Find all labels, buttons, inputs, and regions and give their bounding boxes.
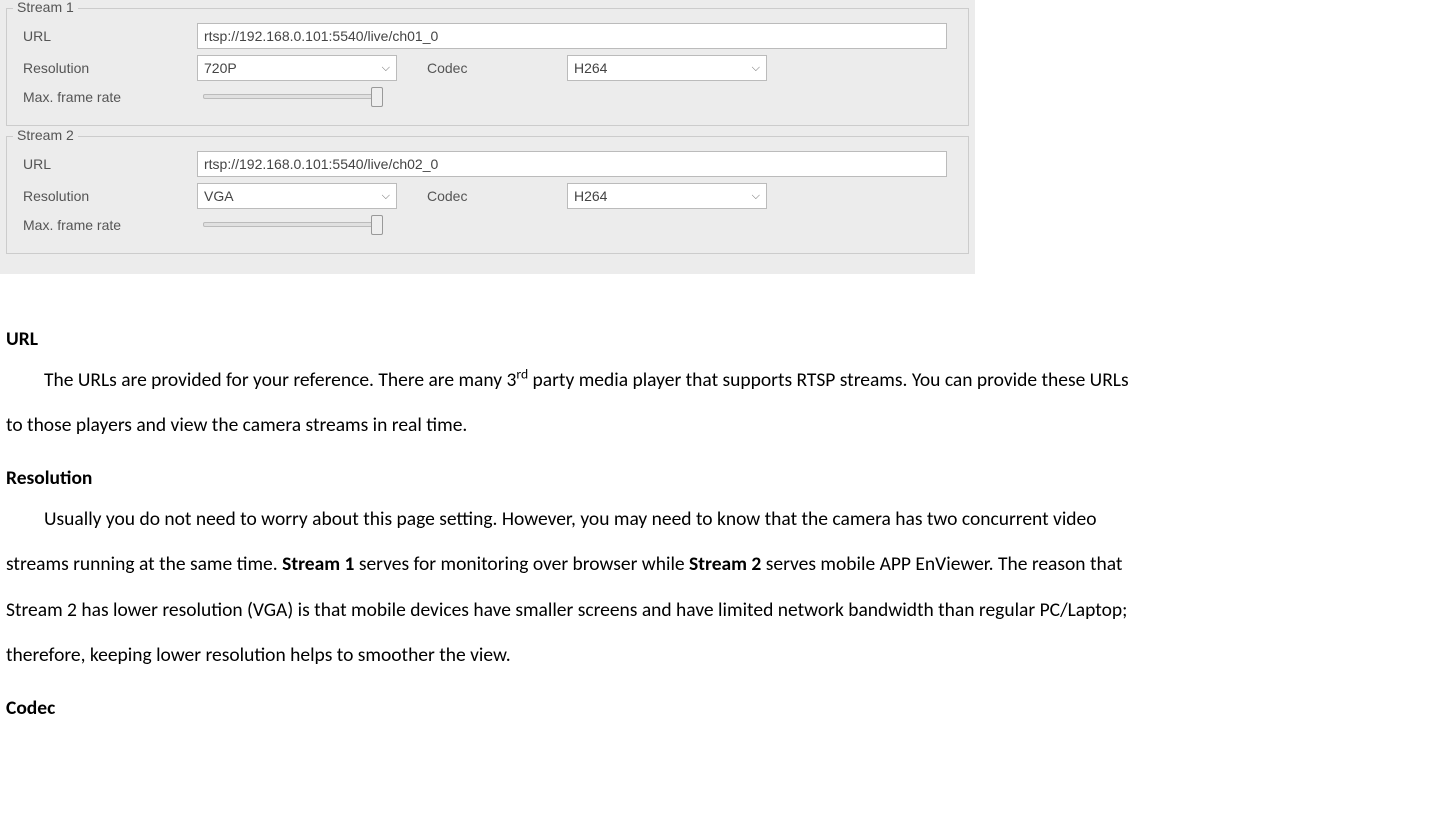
url-paragraph-line2: to those players and view the camera str… <box>6 408 1433 443</box>
stream2-bold: Stream 2 <box>689 552 761 576</box>
codec-heading: Codec <box>6 691 1433 726</box>
url-heading: URL <box>6 322 1433 357</box>
stream2-fieldset: Stream 2 URL Resolution VGA ⌵ Codec H264… <box>6 136 969 254</box>
resolution-heading: Resolution <box>6 461 1433 496</box>
stream2-framerate-label: Max. frame rate <box>17 217 197 233</box>
stream1-resolution-value: 720P <box>204 60 237 76</box>
stream2-codec-value: H264 <box>574 188 607 204</box>
stream1-framerate-label: Max. frame rate <box>17 89 197 105</box>
stream1-codec-value: H264 <box>574 60 607 76</box>
stream1-resolution-label: Resolution <box>17 60 197 76</box>
stream1-url-label: URL <box>17 28 197 44</box>
stream2-resolution-value: VGA <box>204 188 234 204</box>
slider-thumb[interactable] <box>371 215 383 235</box>
stream1-fieldset: Stream 1 URL Resolution 720P ⌵ Codec H26… <box>6 8 969 126</box>
resolution-paragraph-line3: Stream 2 has lower resolution (VGA) is t… <box>6 593 1433 628</box>
stream2-url-label: URL <box>17 156 197 172</box>
stream1-codec-select[interactable]: H264 ⌵ <box>567 55 767 81</box>
stream1-bold: Stream 1 <box>282 552 354 576</box>
chevron-down-icon: ⌵ <box>752 190 760 203</box>
resolution-paragraph-line4: therefore, keeping lower resolution help… <box>6 638 1433 673</box>
stream1-codec-label: Codec <box>397 60 567 76</box>
slider-track <box>203 222 383 227</box>
resolution-paragraph-line2: streams running at the same time. Stream… <box>6 547 1433 582</box>
stream2-codec-select[interactable]: H264 ⌵ <box>567 183 767 209</box>
stream2-url-input[interactable] <box>197 151 947 177</box>
chevron-down-icon: ⌵ <box>752 62 760 75</box>
stream2-resolution-label: Resolution <box>17 188 197 204</box>
slider-track <box>203 94 383 99</box>
stream2-codec-label: Codec <box>397 188 567 204</box>
ordinal-sup: rd <box>516 366 528 383</box>
stream1-legend: Stream 1 <box>13 0 78 15</box>
stream1-url-input[interactable] <box>197 23 947 49</box>
url-paragraph-line1: The URLs are provided for your reference… <box>6 363 1433 398</box>
documentation-text: URL The URLs are provided for your refer… <box>0 274 1439 742</box>
stream1-resolution-select[interactable]: 720P ⌵ <box>197 55 397 81</box>
slider-thumb[interactable] <box>371 87 383 107</box>
stream1-framerate-slider[interactable] <box>203 87 383 107</box>
resolution-paragraph-line1: Usually you do not need to worry about t… <box>6 502 1433 537</box>
stream2-framerate-slider[interactable] <box>203 215 383 235</box>
stream2-resolution-select[interactable]: VGA ⌵ <box>197 183 397 209</box>
chevron-down-icon: ⌵ <box>382 62 390 75</box>
stream2-legend: Stream 2 <box>13 127 78 143</box>
stream-config-panel: Stream 1 URL Resolution 720P ⌵ Codec H26… <box>0 0 975 274</box>
chevron-down-icon: ⌵ <box>382 190 390 203</box>
